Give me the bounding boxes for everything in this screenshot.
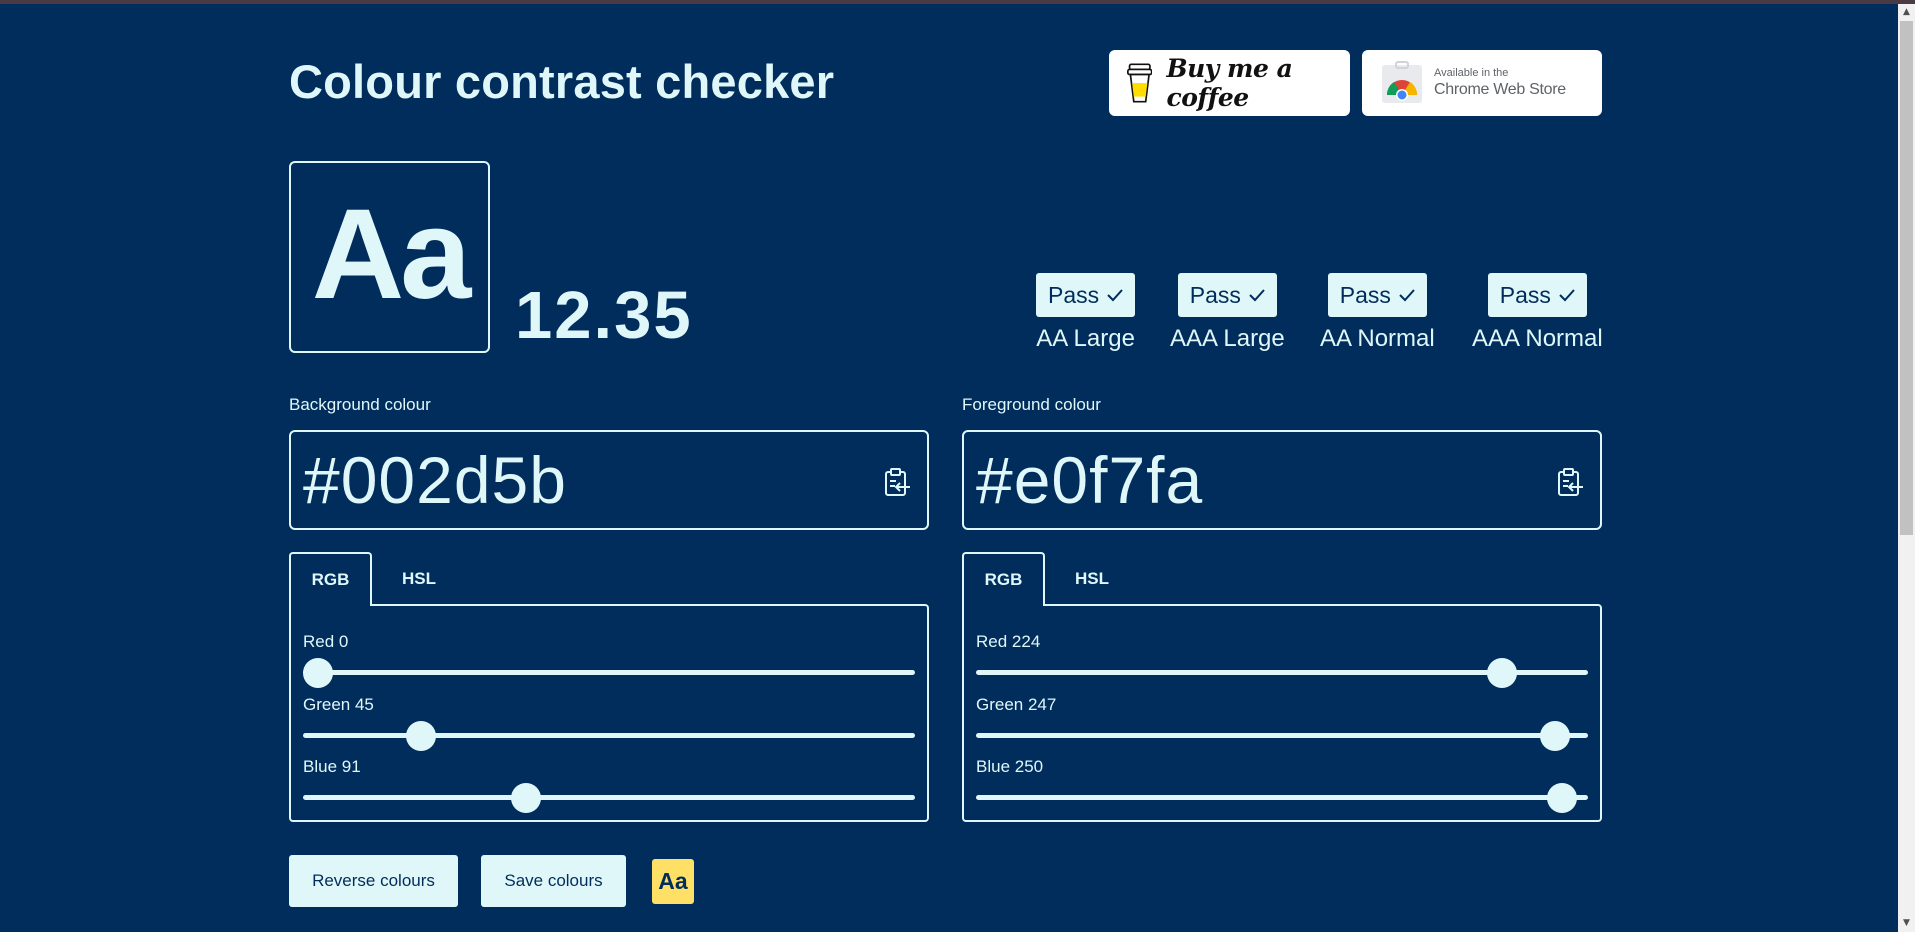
test-aaa-normal: Pass AAA Normal (1472, 273, 1603, 353)
background-colour-label: Background colour (289, 395, 431, 414)
green-slider[interactable]: Green 45 (303, 695, 915, 751)
red-slider[interactable]: Red 224 (976, 632, 1588, 688)
slider-track[interactable] (303, 670, 915, 675)
slider-track[interactable] (976, 733, 1588, 738)
save-colours-button[interactable]: Save colours (481, 855, 626, 907)
paste-icon[interactable] (883, 467, 911, 497)
chrome-logo-icon (1382, 61, 1422, 103)
chrome-web-store-button[interactable]: Available in the Chrome Web Store (1362, 50, 1602, 116)
chrome-available-text: Available in the (1434, 67, 1509, 79)
contrast-ratio: 12.35 (515, 278, 693, 353)
background-tabs: RGB HSL (289, 552, 929, 606)
contrast-preview-box: Aa (289, 161, 490, 353)
test-aa-large: Pass AA Large (1036, 273, 1136, 353)
foreground-hex-value[interactable]: #e0f7fa (976, 442, 1203, 518)
tab-hsl[interactable]: HSL (1062, 552, 1122, 606)
check-icon (1399, 289, 1415, 302)
slider-thumb[interactable] (1539, 721, 1570, 751)
test-label: AAA Large (1170, 325, 1285, 352)
slider-thumb[interactable] (405, 721, 436, 751)
background-rgb-panel: Red 0 Green 45 Blue 91 (289, 604, 929, 822)
test-aa-normal: Pass AA Normal (1320, 273, 1435, 353)
tab-rgb[interactable]: RGB (289, 552, 372, 606)
blue-slider[interactable]: Blue 250 (976, 757, 1588, 813)
paste-icon[interactable] (1556, 467, 1584, 497)
slider-label: Green 45 (303, 695, 374, 714)
green-slider[interactable]: Green 247 (976, 695, 1588, 751)
top-border (0, 0, 1915, 4)
background-hex-value[interactable]: #002d5b (303, 442, 567, 518)
slider-thumb[interactable] (1546, 783, 1577, 813)
tab-hsl[interactable]: HSL (389, 552, 449, 606)
pass-badge: Pass (1036, 273, 1136, 317)
check-icon (1107, 289, 1123, 302)
scroll-down-icon[interactable]: ▼ (1898, 915, 1915, 932)
buy-me-a-coffee-button[interactable]: Buy me a coffee (1109, 50, 1350, 116)
slider-thumb[interactable] (510, 783, 541, 813)
pass-badge: Pass (1487, 273, 1587, 317)
foreground-colour-label: Foreground colour (962, 395, 1101, 414)
slider-label: Green 247 (976, 695, 1057, 714)
slider-track[interactable] (303, 733, 915, 738)
slider-thumb[interactable] (1487, 658, 1518, 688)
blue-slider[interactable]: Blue 91 (303, 757, 915, 813)
chrome-store-text: Chrome Web Store (1434, 81, 1566, 98)
scrollbar-thumb[interactable] (1900, 21, 1913, 535)
foreground-tabs: RGB HSL (962, 552, 1602, 606)
test-label: AA Large (1036, 325, 1135, 352)
foreground-rgb-panel: Red 224 Green 247 Blue 250 (962, 604, 1602, 822)
test-label: AA Normal (1320, 325, 1435, 352)
slider-label: Red 0 (303, 632, 349, 651)
preview-sample-text: Aa (311, 182, 472, 326)
page-title: Colour contrast checker (289, 55, 835, 108)
test-aaa-large: Pass AAA Large (1170, 273, 1285, 353)
pass-badge: Pass (1177, 273, 1277, 317)
foreground-hex-input[interactable]: #e0f7fa (962, 430, 1602, 530)
pass-badge: Pass (1327, 273, 1427, 317)
slider-label: Blue 250 (976, 757, 1044, 776)
tab-rgb[interactable]: RGB (962, 552, 1045, 606)
saved-colour-swatch[interactable]: Aa (652, 859, 694, 904)
slider-track[interactable] (976, 795, 1588, 800)
red-slider[interactable]: Red 0 (303, 632, 915, 688)
background-hex-input[interactable]: #002d5b (289, 430, 929, 530)
check-icon (1249, 289, 1265, 302)
slider-label: Red 224 (976, 632, 1041, 651)
reverse-colours-button[interactable]: Reverse colours (289, 855, 458, 907)
vertical-scrollbar[interactable]: ▲ ▼ (1898, 4, 1915, 932)
slider-track[interactable] (303, 795, 915, 800)
coffee-cup-icon (1127, 63, 1153, 103)
test-label: AAA Normal (1472, 325, 1603, 352)
scroll-up-icon[interactable]: ▲ (1898, 4, 1915, 21)
slider-label: Blue 91 (303, 757, 361, 776)
slider-thumb[interactable] (303, 658, 333, 688)
coffee-label: Buy me a coffee (1166, 54, 1293, 112)
check-icon (1559, 289, 1575, 302)
